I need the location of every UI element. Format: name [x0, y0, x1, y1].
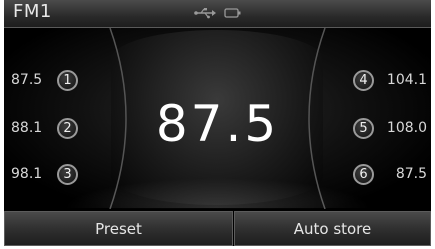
preset-button[interactable]: Preset: [4, 211, 233, 246]
battery-icon: [224, 4, 242, 23]
preset-number: 5: [353, 117, 374, 139]
usb-icon: [194, 4, 216, 23]
preset-4[interactable]: 4 104.1: [353, 68, 427, 92]
preset-frequency: 87.5: [395, 166, 427, 182]
preset-2[interactable]: 88.1 2: [11, 116, 78, 140]
preset-5[interactable]: 5 108.0: [353, 116, 427, 140]
reflection-glow: [64, 178, 371, 208]
preset-number: 6: [353, 163, 374, 185]
preset-3[interactable]: 98.1 3: [11, 162, 78, 186]
auto-store-button[interactable]: Auto store: [234, 211, 431, 246]
status-icons: [194, 6, 242, 20]
preset-6[interactable]: 6 87.5: [353, 162, 427, 186]
preset-frequency: 87.5: [11, 72, 43, 88]
preset-frequency: 104.1: [386, 72, 427, 88]
preset-number: 3: [57, 163, 78, 185]
preset-number: 2: [57, 117, 78, 139]
preset-number: 1: [57, 69, 78, 91]
radio-screen: FM1 87.5 87.5 1 88.1 2 98.1 3 4 104.1 5 …: [4, 0, 431, 246]
preset-frequency: 108.0: [386, 120, 427, 136]
band-title: FM1: [13, 1, 52, 22]
status-bar: FM1: [4, 0, 431, 28]
preset-frequency: 88.1: [11, 120, 43, 136]
preset-frequency: 98.1: [11, 166, 43, 182]
preset-number: 4: [353, 69, 374, 91]
preset-1[interactable]: 87.5 1: [11, 68, 78, 92]
bottom-button-bar: Preset Auto store: [4, 209, 431, 246]
tuner-area: 87.5 87.5 1 88.1 2 98.1 3 4 104.1 5 108.…: [4, 28, 431, 209]
